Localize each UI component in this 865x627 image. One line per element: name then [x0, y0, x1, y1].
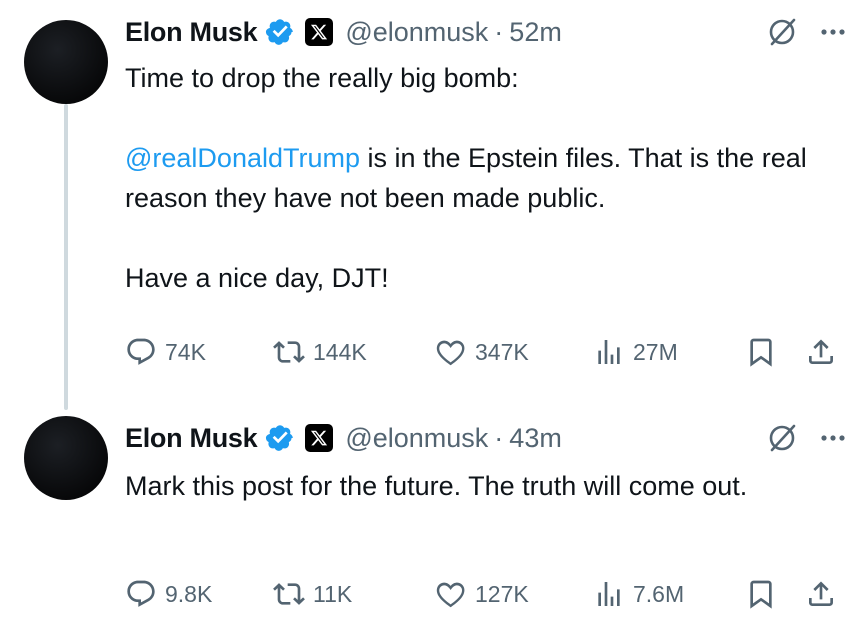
bookmark-button[interactable] [745, 574, 777, 614]
views-button[interactable]: 27M [593, 332, 678, 372]
bookmark-button[interactable] [745, 332, 777, 372]
reply-count: 74K [165, 338, 206, 365]
tweet-text-line: Have a nice day, DJT! [125, 263, 389, 293]
tweet-text-line: Mark this post for the future. The truth… [125, 471, 748, 501]
share-upload-icon [809, 339, 833, 364]
separator-dot: · [494, 422, 504, 453]
like-count: 347K [475, 338, 529, 365]
thread-line [64, 104, 68, 410]
like-count: 127K [475, 580, 529, 607]
author-handle[interactable]: @elonmusk [345, 17, 488, 48]
repost-arrows-icon [273, 583, 305, 605]
tweet-header: Elon Musk @elonmusk · 43m [125, 420, 847, 456]
like-button[interactable]: 127K [435, 574, 529, 614]
x-logo-icon[interactable] [305, 18, 334, 46]
tweet-text-paragraph: @realDonaldTrump is in the Epstein files… [125, 138, 825, 218]
avatar[interactable] [24, 416, 108, 500]
bookmark-icon [750, 338, 772, 367]
more-dots-icon[interactable] [819, 424, 847, 452]
tweet[interactable]: Elon Musk @elonmusk · 43m Mark this post… [0, 410, 865, 627]
like-button[interactable]: 347K [435, 332, 529, 372]
verified-badge-icon[interactable] [265, 17, 295, 47]
post-time[interactable]: 43m [509, 423, 562, 454]
share-upload-icon [809, 581, 833, 606]
repost-count: 11K [313, 580, 353, 607]
views-count: 27M [633, 338, 678, 365]
bar-chart-icon [598, 582, 620, 606]
tweet-text: Mark this post for the future. The truth… [125, 466, 825, 506]
repost-button[interactable]: 11K [273, 574, 352, 614]
post-time[interactable]: 52m [509, 17, 562, 48]
repost-arrows-icon [273, 341, 305, 363]
author-name[interactable]: Elon Musk [125, 423, 258, 454]
reply-bubble-icon [127, 580, 155, 607]
reply-count: 9.8K [165, 580, 213, 607]
repost-button[interactable]: 144K [273, 332, 367, 372]
heart-icon [436, 582, 465, 608]
heart-icon [436, 340, 465, 366]
tweet-actions: 9.8K 11K 127K 7.6M [125, 574, 840, 614]
x-logo-icon[interactable] [305, 424, 334, 452]
bookmark-icon [750, 580, 772, 609]
avatar[interactable] [24, 20, 108, 104]
tweet-text: Time to drop the really big bomb: @realD… [125, 58, 825, 298]
views-button[interactable]: 7.6M [593, 574, 684, 614]
bar-chart-icon [598, 340, 620, 364]
author-name[interactable]: Elon Musk [125, 17, 258, 48]
circle-slash-icon[interactable] [765, 421, 799, 455]
verified-badge-icon[interactable] [265, 423, 295, 453]
views-count: 7.6M [633, 580, 685, 607]
share-button[interactable] [805, 332, 837, 372]
reply-button[interactable]: 9.8K [125, 574, 212, 614]
tweet-header: Elon Musk @elonmusk · 52m [125, 14, 847, 50]
share-button[interactable] [805, 574, 837, 614]
tweet-text-line: Time to drop the really big bomb: [125, 63, 519, 93]
reply-bubble-icon [127, 338, 155, 365]
more-dots-icon[interactable] [819, 18, 847, 46]
reply-button[interactable]: 74K [125, 332, 206, 372]
tweet-actions: 74K 144K 347K 27M [125, 332, 840, 372]
tweet[interactable]: Elon Musk @elonmusk · 52m Time to drop t… [0, 0, 865, 410]
author-handle[interactable]: @elonmusk [345, 423, 488, 454]
separator-dot: · [494, 16, 504, 47]
mention-link[interactable]: @realDonaldTrump [125, 143, 360, 173]
repost-count: 144K [313, 338, 367, 365]
circle-slash-icon[interactable] [765, 15, 799, 49]
